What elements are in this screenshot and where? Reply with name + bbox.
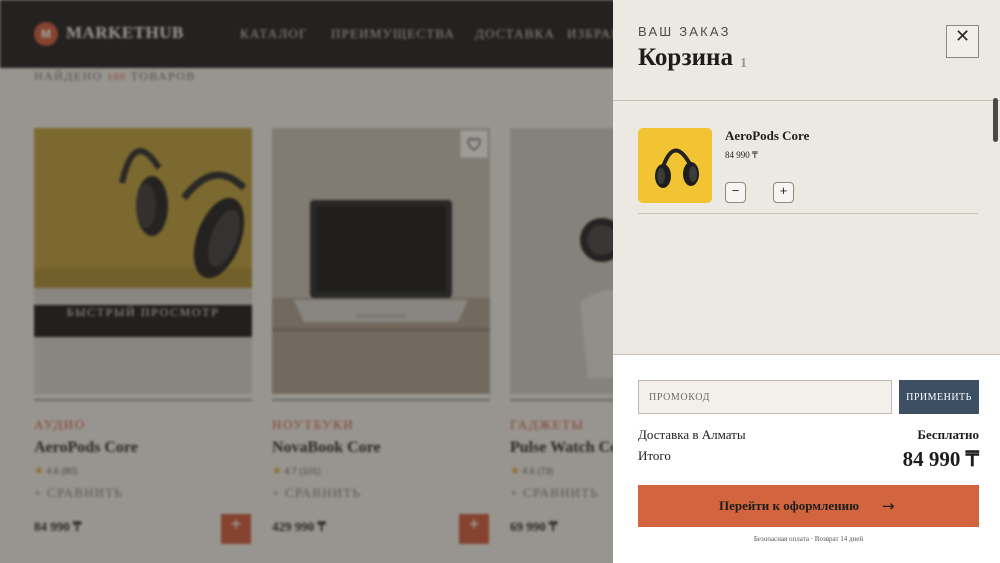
promo-code-input[interactable] (638, 380, 892, 414)
delivery-value: Бесплатно (917, 427, 979, 442)
cart-drawer: ВАШ ЗАКАЗ Корзина 1 ✕ AeroPods Core 84 9… (613, 0, 1000, 563)
cart-item-thumbnail[interactable] (638, 128, 712, 203)
secure-payment-note: Безопасная оплата · Возврат 14 дней (753, 535, 864, 543)
plus-icon: + (779, 183, 788, 198)
close-button[interactable]: ✕ (946, 25, 979, 58)
total-value: 84 990 ₸ (902, 447, 979, 471)
increase-quantity-button[interactable]: + (773, 182, 794, 203)
checkout-label: Перейти к оформлению (719, 498, 860, 513)
arrow-right-icon: → (882, 497, 895, 515)
cart-item: AeroPods Core 84 990 ₸ − 1 + (638, 128, 978, 214)
cart-footer: ПРИМЕНИТЬ Доставка в Алматы Бесплатно Ит… (613, 354, 1000, 563)
total-label: Итого (638, 448, 671, 463)
cart-item-count: 1 (740, 56, 747, 71)
cart-title: Корзина (638, 44, 733, 71)
cart-eyebrow: ВАШ ЗАКАЗ (638, 24, 731, 39)
cart-item-price: 84 990 ₸ (725, 150, 758, 160)
delivery-label: Доставка в Алматы (638, 427, 746, 442)
apply-promo-button[interactable]: ПРИМЕНИТЬ (899, 380, 979, 414)
checkout-button[interactable]: Перейти к оформлению → (638, 485, 979, 527)
minus-icon: − (731, 183, 740, 198)
close-icon: ✕ (954, 26, 971, 46)
header-divider (613, 100, 1000, 101)
cart-item-name[interactable]: AeroPods Core (725, 128, 809, 144)
decrease-quantity-button[interactable]: − (725, 182, 746, 203)
scrollbar-thumb[interactable] (993, 98, 998, 142)
